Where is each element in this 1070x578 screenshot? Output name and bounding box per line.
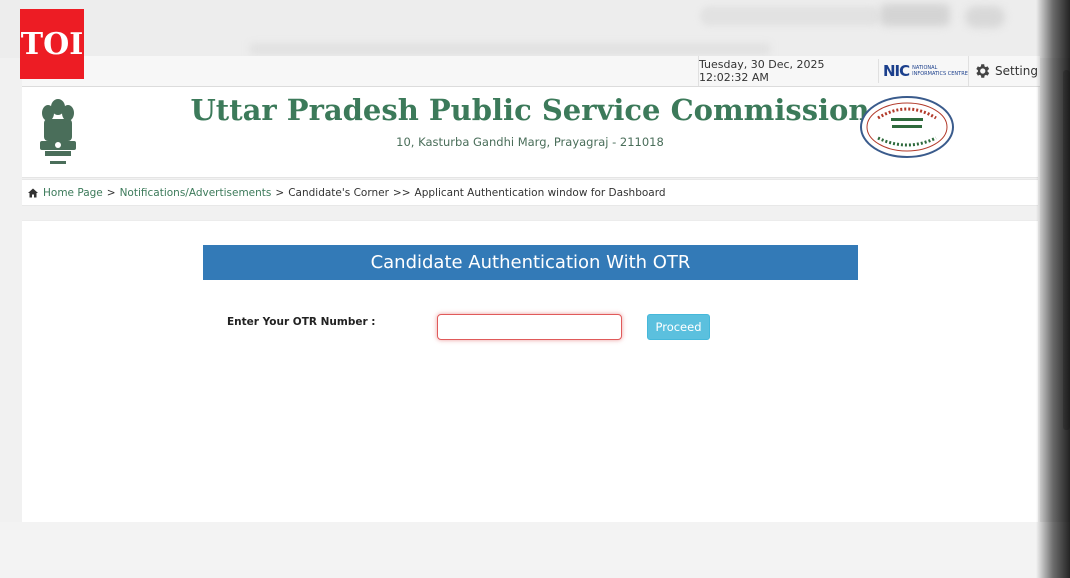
proceed-button[interactable]: Proceed [647, 314, 710, 340]
blurred-bottom-area [0, 522, 1070, 578]
setting-button[interactable]: Setting [968, 56, 1045, 86]
blurred-browser-chrome [0, 0, 1070, 58]
toi-watermark-logo: TOI [20, 9, 84, 79]
screenshot-stage: TOI Tuesday, 30 Dec, 2025 12:02:32 AM NI… [0, 0, 1070, 578]
nic-logo-mark: NIC [883, 62, 910, 80]
gear-icon [976, 64, 990, 78]
breadcrumb-separator: > [275, 186, 285, 199]
breadcrumb-home-link[interactable]: Home Page [43, 187, 103, 199]
breadcrumb-current: Applicant Authentication window for Dash… [414, 186, 666, 199]
nic-logo-text: NATIONAL INFORMATICS CENTRE [912, 65, 968, 77]
breadcrumb-candidates-corner: Candidate's Corner [288, 186, 389, 199]
setting-label: Setting [995, 64, 1038, 78]
top-info-bar: Tuesday, 30 Dec, 2025 12:02:32 AM NIC NA… [22, 56, 1040, 87]
breadcrumb-separator: >> [392, 186, 411, 199]
nic-logo[interactable]: NIC NATIONAL INFORMATICS CENTRE [878, 59, 971, 83]
auth-panel-heading: Candidate Authentication With OTR [203, 245, 858, 280]
home-icon [28, 188, 38, 197]
current-datetime: Tuesday, 30 Dec, 2025 12:02:32 AM [698, 56, 877, 86]
otr-number-label: Enter Your OTR Number : [227, 316, 376, 328]
commission-seal-icon [860, 96, 954, 158]
site-header: Uttar Pradesh Public Service Commission … [22, 87, 1038, 178]
right-edge-shadow [1036, 0, 1070, 578]
main-content: Candidate Authentication With OTR Enter … [22, 220, 1038, 523]
otr-number-input[interactable] [437, 314, 622, 340]
breadcrumb-notifications-link[interactable]: Notifications/Advertisements [120, 187, 272, 199]
breadcrumb: Home Page > Notifications/Advertisements… [22, 179, 1038, 206]
breadcrumb-separator: > [106, 186, 116, 199]
